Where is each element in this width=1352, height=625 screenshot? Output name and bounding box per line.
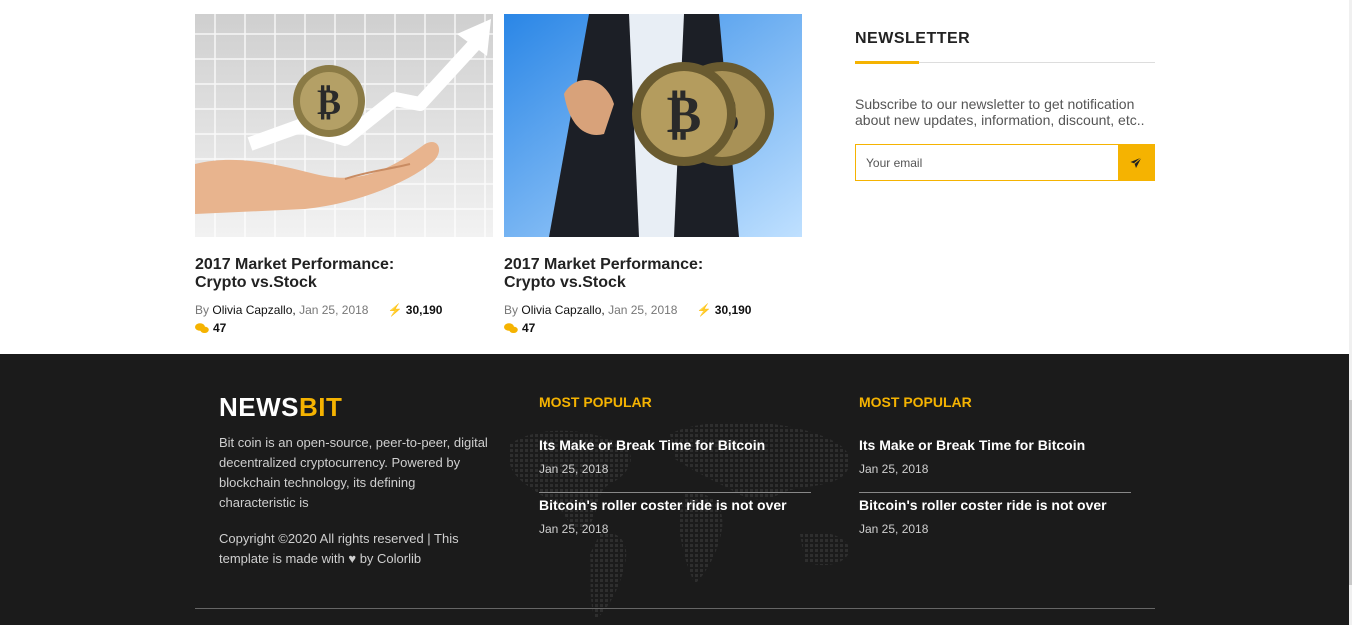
bolt-icon: ⚡ <box>696 303 712 317</box>
comments-icon <box>504 322 518 333</box>
popular-post[interactable]: Its Make or Break Time for Bitcoin Jan 2… <box>539 436 811 476</box>
author-link[interactable]: Olivia Capzallo, <box>212 303 295 317</box>
article-date: Jan 25, 2018 <box>608 303 678 317</box>
newsletter-form <box>855 144 1155 181</box>
article-date: Jan 25, 2018 <box>299 303 369 317</box>
popular-post-date: Jan 25, 2018 <box>539 462 609 476</box>
businessman-bitcoins-image: ₿ ₿ <box>504 14 802 237</box>
article-title[interactable]: 2017 Market Performance: Crypto vs.Stock <box>504 256 734 292</box>
footer-divider <box>195 608 1155 609</box>
copyright-suffix[interactable]: by Colorlib <box>360 551 421 566</box>
most-popular-column: MOST POPULAR Its Make or Break Time for … <box>859 394 1131 536</box>
article-meta: By Olivia Capzallo, Jan 25, 2018 ⚡ 30,190 <box>504 302 802 318</box>
popular-post[interactable]: Bitcoin's roller coster ride is not over… <box>859 496 1131 536</box>
newsletter-title: NEWSLETTER <box>855 30 971 47</box>
bitcoin-chart-image: ₿ <box>195 14 493 237</box>
bolt-icon: ⚡ <box>387 303 403 317</box>
column-title: MOST POPULAR <box>539 394 652 410</box>
popular-post[interactable]: Its Make or Break Time for Bitcoin Jan 2… <box>859 436 1131 476</box>
by-label: By <box>504 303 519 317</box>
article-title[interactable]: 2017 Market Performance: Crypto vs.Stock <box>195 256 425 292</box>
post-divider <box>859 492 1131 493</box>
column-title: MOST POPULAR <box>859 394 972 410</box>
comment-count[interactable]: 47 <box>195 321 493 335</box>
site-footer: NEWSBIT Bit coin is an open-source, peer… <box>0 354 1349 625</box>
post-divider <box>539 492 811 493</box>
newsletter-description: Subscribe to our newsletter to get notif… <box>855 96 1145 128</box>
author-link[interactable]: Olivia Capzallo, <box>521 303 604 317</box>
article-meta: By Olivia Capzallo, Jan 25, 2018 ⚡ 30,190 <box>195 302 493 318</box>
popular-post[interactable]: Bitcoin's roller coster ride is not over… <box>539 496 811 536</box>
comment-count-value: 47 <box>213 321 227 335</box>
newsletter-title-underline <box>855 61 1155 64</box>
popular-post-title[interactable]: Bitcoin's roller coster ride is not over <box>539 496 811 514</box>
popular-post-date: Jan 25, 2018 <box>859 462 929 476</box>
article-card[interactable]: ₿ 2017 Market Performance: Crypto vs.Sto… <box>195 14 493 335</box>
view-count: 30,190 <box>714 303 752 317</box>
popular-post-date: Jan 25, 2018 <box>539 522 609 536</box>
popular-post-date: Jan 25, 2018 <box>859 522 929 536</box>
comments-icon <box>195 322 209 333</box>
article-image[interactable]: ₿ ₿ <box>504 14 802 237</box>
article-image[interactable]: ₿ <box>195 14 493 237</box>
comment-count-value: 47 <box>522 321 536 335</box>
newsletter-widget: NEWSLETTER Subscribe to our newsletter t… <box>855 30 1155 181</box>
by-label: By <box>195 303 210 317</box>
copyright-prefix: Copyright ©2020 All rights reserved | Th… <box>219 531 459 566</box>
most-popular-column: MOST POPULAR Its Make or Break Time for … <box>539 394 811 536</box>
logo-text-white: NEWS <box>219 392 299 422</box>
comment-count[interactable]: 47 <box>504 321 802 335</box>
copyright-text: Copyright ©2020 All rights reserved | Th… <box>219 529 479 569</box>
article-card[interactable]: ₿ ₿ 2017 Market Performance: Crypto vs.S… <box>504 14 802 335</box>
view-count: 30,190 <box>405 303 443 317</box>
svg-text:₿: ₿ <box>317 82 341 123</box>
footer-about-text: Bit coin is an open-source, peer-to-peer… <box>219 435 488 510</box>
content-section: ₿ 2017 Market Performance: Crypto vs.Sto… <box>0 0 1352 354</box>
popular-post-title[interactable]: Its Make or Break Time for Bitcoin <box>539 436 811 454</box>
email-input[interactable] <box>856 145 1118 180</box>
subscribe-button[interactable] <box>1118 145 1154 180</box>
paper-plane-icon <box>1130 156 1142 168</box>
footer-logo[interactable]: NEWSBIT <box>219 392 342 423</box>
popular-post-title[interactable]: Bitcoin's roller coster ride is not over <box>859 496 1131 514</box>
heart-icon: ♥ <box>348 551 357 566</box>
svg-text:₿: ₿ <box>667 85 702 145</box>
popular-post-title[interactable]: Its Make or Break Time for Bitcoin <box>859 436 1131 454</box>
logo-text-accent: BIT <box>299 392 343 422</box>
